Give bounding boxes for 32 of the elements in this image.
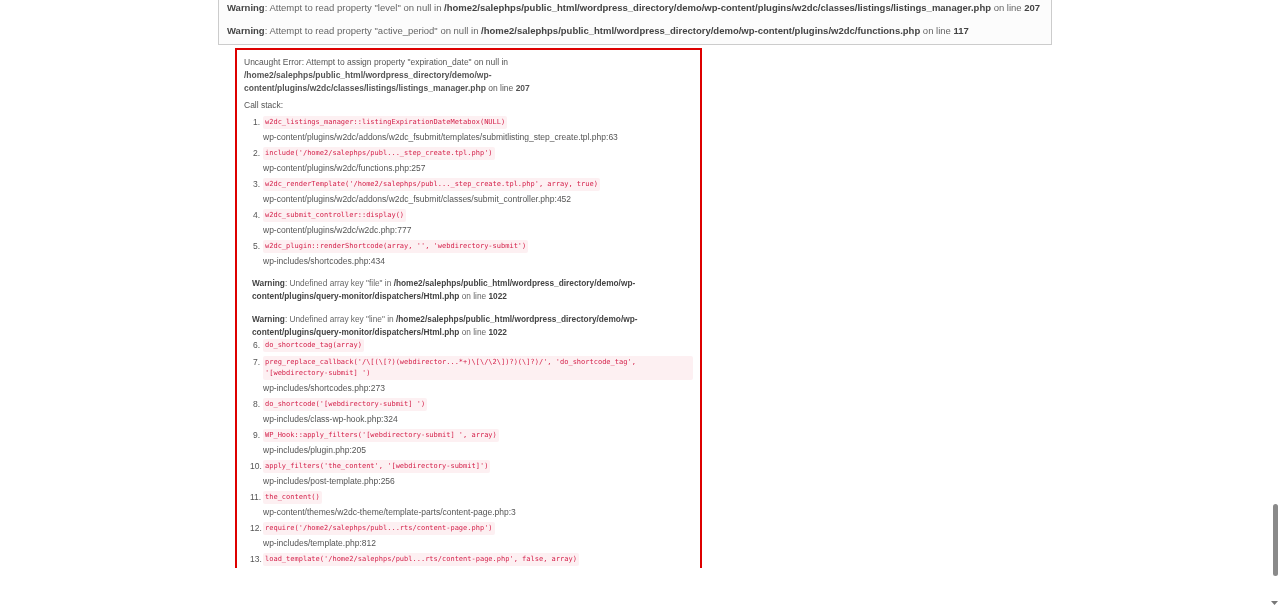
frame-number: 10. <box>250 460 260 473</box>
frame-number: 13. <box>250 553 260 566</box>
file-path: wp-content/plugins/w2dc/w2dc.php:777 <box>263 224 412 236</box>
file-path: wp-includes/shortcodes.php:273 <box>263 382 386 394</box>
file-path: wp-content/plugins/w2dc/addons/w2dc_fsubmit/classes/submit_controller.php:452 <box>263 193 573 205</box>
warning-message: Warning: Attempt to read property "level" on null in /home2/salephps/public_html/wordpress_directory/demo/wp-content/plugins/w2dc/classes/listings/listings_manager.php on line 207 <box>227 1 1042 15</box>
file-path: wp-includes/class-wp-hook.php:324 <box>263 413 399 425</box>
file-path: wp-includes/shortcodes.php:434 <box>263 255 386 267</box>
warning-message: Warning: Undefined array key "file" in /home2/salephps/public_html/wordpress_directory/demo/wp-content/plugins/query-monitor/dispatchers/Html.php on line 1022 <box>252 277 637 303</box>
scrollbar-thumb[interactable] <box>1273 504 1278 576</box>
file-path: wp-content/themes/w2dc-theme/template-parts/content-page.php:3 <box>263 506 516 518</box>
frame-number: 6. <box>251 339 260 352</box>
frame-number: 9. <box>251 429 260 442</box>
file-path: wp-includes/post-template.php:256 <box>263 475 396 487</box>
frame-number: 12. <box>250 522 260 535</box>
frame-number: 1. <box>251 116 260 129</box>
file-path: wp-includes/plugin.php:205 <box>263 444 368 456</box>
frame-number: 11. <box>250 491 260 504</box>
frame-number: 7. <box>251 356 260 369</box>
frame-number: 3. <box>251 178 260 191</box>
call-stack-label: Call stack: <box>244 100 285 110</box>
scroll-down-icon[interactable] <box>1271 601 1278 605</box>
file-path: wp-content/plugins/w2dc/functions.php:257 <box>263 162 427 174</box>
frame-number: 2. <box>251 147 260 160</box>
frame-number: 4. <box>251 209 260 222</box>
error-message: Uncaught Error: Attempt to assign property "expiration_date" on null in /home2/salephps/public_html/wordpress_directory/demo/wp-content/plugins/w2dc/classes/listings/listings_manager.php on line 207 <box>244 56 531 95</box>
frame-number: 8. <box>251 398 260 411</box>
warning-message: Warning: Attempt to read property "active_period" on null in /home2/salephps/public_html/wordpress_directory/demo/wp-content/plugins/w2dc/functions.php on line 117 <box>227 24 970 38</box>
frame-number: 5. <box>251 240 260 253</box>
warning-message: Warning: Undefined array key "line" in /home2/salephps/public_html/wordpress_directory/demo/wp-content/plugins/query-monitor/dispatchers/Html.php on line 1022 <box>252 313 639 339</box>
file-path: wp-includes/template.php:812 <box>263 537 377 549</box>
file-path: wp-content/plugins/w2dc/addons/w2dc_fsubmit/templates/submitlisting_step_create.tpl.php:63 <box>263 131 618 143</box>
